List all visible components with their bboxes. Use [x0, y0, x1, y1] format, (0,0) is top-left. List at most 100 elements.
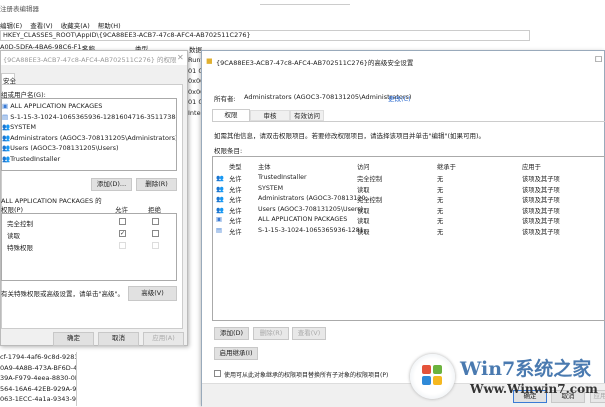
cancel-button[interactable]: 取消	[98, 332, 139, 346]
user-name: Administrators (AGOC3-708131205\Administ…	[10, 133, 177, 142]
tree-item[interactable]: 063-1ECC-4a1a-9343-9A8	[0, 394, 76, 405]
ok-button[interactable]: 确定	[513, 390, 547, 403]
row-type: 允许	[229, 197, 242, 204]
view-entry-button: 查看(V)	[292, 327, 326, 340]
toolbar-strip	[260, 0, 350, 5]
permission-list: 完全控制 读取 ✓ 特殊权限	[1, 213, 177, 281]
col-inherited[interactable]: 继承于	[437, 162, 456, 171]
user-item[interactable]: 👥Users (AGOC3-708131205\Users)	[2, 143, 176, 154]
users-icon: 👥	[2, 144, 11, 152]
tree-item[interactable]: cf-1794-4af6-9c8d-9283f	[0, 352, 76, 363]
user-item[interactable]: ▤ S-1-15-3-1024-1065365936-1281604716-35…	[2, 112, 176, 123]
data-cell: 01 0(	[188, 66, 202, 75]
info-text: 如需其他信息，请双击权限项目。若要修改权限项目，请选择该项目并单击"编辑"(如果…	[214, 132, 486, 140]
user-name: SYSTEM	[10, 123, 37, 131]
perm-name: 读取	[7, 232, 20, 240]
col-applies[interactable]: 应用于	[522, 162, 541, 171]
change-owner-link[interactable]: 更改(C)	[388, 93, 411, 103]
entries-label: 权限条目:	[214, 147, 243, 155]
replace-child-label: 使用可从此对象继承的权限项目替换所有子对象的权限项目(P)	[224, 372, 389, 379]
row-access: 读取	[357, 186, 370, 194]
window-title: 注册表编辑器	[0, 5, 39, 13]
tab-security[interactable]: 安全	[1, 73, 16, 85]
menu-view[interactable]: 查看(V)	[30, 20, 53, 30]
row-icon: 👥	[216, 206, 224, 214]
allow-checkbox[interactable]	[119, 218, 126, 225]
permissions-dialog: {9CA88EE3-ACB7-47c8-AFC4-AB702511C276} 的…	[0, 50, 188, 346]
tab-divider	[212, 121, 605, 122]
row-type: 允许	[229, 186, 242, 194]
user-name: Users (AGOC3-708131205\Users)	[10, 144, 119, 152]
row-access: 完全控制	[357, 176, 383, 183]
row-access: 读取	[357, 218, 370, 225]
permission-entries-table[interactable]: 类型 主体 访问 继承于 应用于 👥 允许 TrustedInstaller 完全控制…	[212, 156, 605, 321]
tab-auditing[interactable]: 审核	[250, 110, 290, 121]
menu-favorites[interactable]: 收藏夹(A)	[61, 20, 90, 30]
remove-entry-button: 删除(R)	[253, 327, 289, 340]
user-item[interactable]: 👥TrustedInstaller	[2, 154, 176, 165]
tree-item[interactable]: 0A9-4A8B-473A-BF6D-46	[0, 363, 76, 374]
menu-help[interactable]: 帮助(H)	[98, 20, 121, 30]
close-icon[interactable]: ✕	[177, 53, 184, 62]
user-item[interactable]: 👥SYSTEM	[2, 122, 176, 133]
row-principal: SYSTEM	[258, 184, 284, 192]
users-icon: 👥	[2, 133, 11, 142]
data-cell: 0x00	[188, 77, 202, 85]
col-access[interactable]: 访问	[357, 162, 370, 171]
row-access: 完全控制	[357, 197, 383, 204]
row-applies: 该项及其子项	[522, 186, 560, 194]
row-type: 允许	[229, 176, 242, 183]
allow-checkbox[interactable]: ✓	[119, 230, 126, 237]
user-item[interactable]: ▣ ALL APPLICATION PACKAGES	[2, 101, 176, 112]
add-button[interactable]: 添加(D)...	[91, 178, 132, 191]
ok-button[interactable]: 确定	[53, 332, 94, 346]
tab-permissions[interactable]: 权限	[212, 109, 250, 121]
address-bar[interactable]: HKEY_CLASSES_ROOT\AppID\{9CA88EE3-ACB7-4…	[0, 30, 530, 41]
row-icon: 👥	[216, 185, 224, 193]
user-name: S-1-15-3-1024-1065365936-1281604716-3511…	[10, 112, 176, 121]
tree-item[interactable]: 564-16A6-42EB-929A-9A·	[0, 384, 76, 395]
row-icon: ▤	[216, 226, 222, 234]
deny-checkbox	[152, 242, 159, 249]
folder-icon: ■	[206, 57, 213, 65]
cancel-button[interactable]: 取消	[551, 390, 585, 403]
user-list[interactable]: ▣ ALL APPLICATION PACKAGES ▤ S-1-15-3-10…	[1, 98, 177, 171]
row-principal: S-1-15-3-1024-1065365936-1281...	[258, 226, 370, 234]
replace-child-checkbox[interactable]	[214, 370, 221, 377]
deny-checkbox[interactable]	[152, 230, 159, 237]
deny-checkbox[interactable]	[152, 218, 159, 225]
advanced-button[interactable]: 高级(V)	[128, 286, 177, 301]
data-cell: 0x00	[188, 87, 202, 96]
menu-bar: 编辑(E) 查看(V) 收藏夹(A) 帮助(H)	[0, 20, 121, 30]
menu-edit[interactable]: 编辑(E)	[0, 20, 22, 30]
maximize-icon[interactable]: ☐	[595, 55, 602, 64]
tab-effective-access[interactable]: 有效访问	[290, 110, 324, 121]
users-icon: 👥	[2, 154, 11, 163]
row-access: 读取	[357, 207, 370, 215]
row-access: 读取	[357, 228, 370, 236]
row-inherited: 无	[437, 207, 444, 215]
add-entry-button[interactable]: 添加(D)	[214, 327, 249, 340]
col-principal[interactable]: 主体	[258, 162, 271, 171]
user-name: ALL APPLICATION PACKAGES	[10, 102, 103, 110]
row-icon: 👥	[216, 196, 224, 203]
user-name: TrustedInstaller	[10, 154, 61, 163]
row-type: 允许	[229, 228, 242, 236]
remove-button[interactable]: 删除(R)	[136, 178, 177, 191]
row-principal: Administrators (AGOC3-70813120...	[258, 195, 372, 202]
col-type[interactable]: 类型	[229, 162, 242, 171]
row-inherited: 无	[437, 218, 444, 225]
package-icon: ▣	[2, 102, 9, 110]
registry-tree: cf-1794-4af6-9c8d-9283f 0A9-4A8B-473A-BF…	[0, 352, 77, 406]
enable-inheritance-button[interactable]: 启用继承(I)	[214, 347, 258, 360]
row-principal: ALL APPLICATION PACKAGES	[258, 216, 348, 223]
row-icon: 👥	[216, 175, 224, 182]
tree-item[interactable]: 39A-F979-4eea-8830-0E1I	[0, 373, 76, 384]
row-principal: TrustedInstaller	[258, 174, 307, 181]
perm-name: 特殊权限	[7, 244, 33, 252]
row-inherited: 无	[437, 228, 444, 236]
advanced-hint: 有关特殊权限或高级设置，请单击"高级"。	[1, 290, 124, 298]
allow-checkbox	[119, 242, 126, 249]
user-item[interactable]: 👥Administrators (AGOC3-708131205\Adminis…	[2, 133, 176, 144]
row-applies: 该项及其子项	[522, 228, 560, 236]
